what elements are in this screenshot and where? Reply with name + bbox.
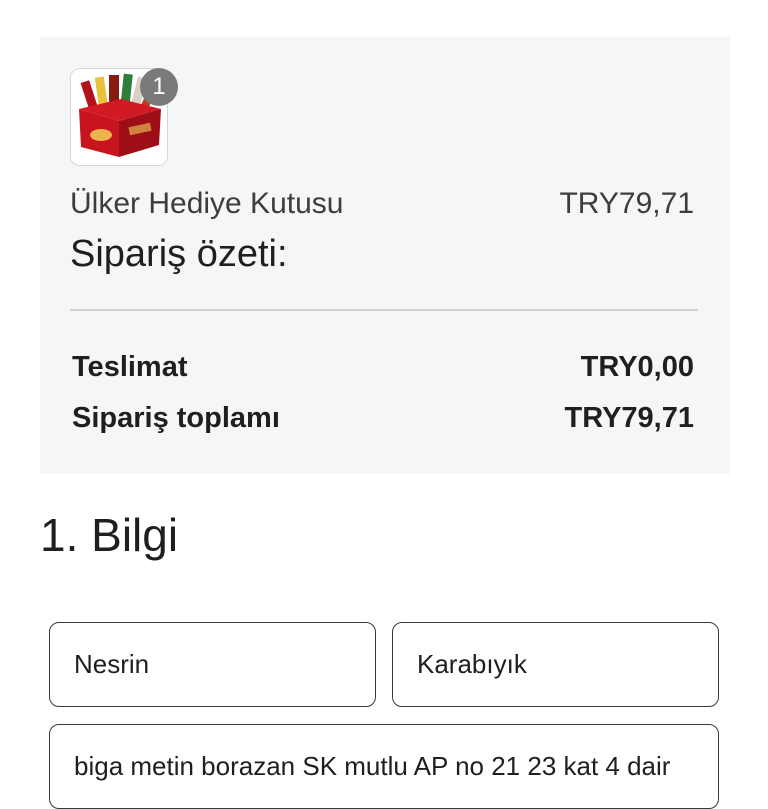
shipping-value: TRY0,00 <box>580 351 694 383</box>
shipping-label: Teslimat <box>72 351 188 383</box>
last-name-input[interactable] <box>392 622 719 707</box>
quantity-badge: 1 <box>140 68 178 106</box>
product-price: TRY79,71 <box>559 187 694 220</box>
order-summary-card: 1 Ülker Hediye Kutusu TRY79,71 Sipariş ö… <box>40 37 730 474</box>
section-heading-info: 1. Bilgi <box>40 509 179 561</box>
address-input[interactable] <box>49 724 719 809</box>
product-name: Ülker Hediye Kutusu <box>70 187 344 220</box>
order-summary-title: Sipariş özeti: <box>70 233 288 275</box>
divider <box>70 309 698 311</box>
first-name-input[interactable] <box>49 622 376 707</box>
order-total-label: Sipariş toplamı <box>72 402 280 434</box>
order-total-value: TRY79,71 <box>564 402 695 434</box>
